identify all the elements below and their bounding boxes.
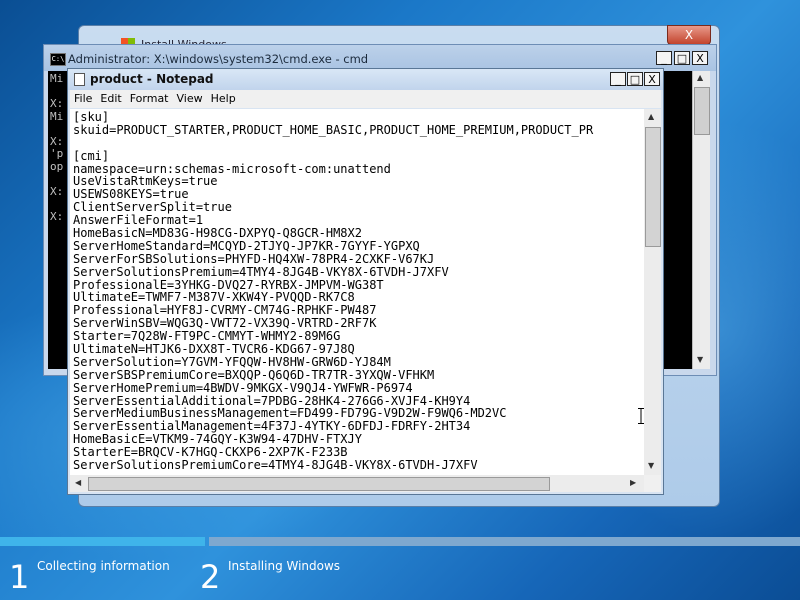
scroll-down-icon[interactable]: ▼ (697, 355, 703, 364)
cmd-scrollbar[interactable]: ▲ ▼ (692, 71, 710, 369)
notepad-titlebar[interactable]: product - Notepad _ □ X (68, 69, 663, 90)
notepad-text-line: ServerForSBSolutions=PHYFD-HQ4XW-78PR4-2… (73, 251, 435, 266)
notepad-text-line: ServerSolutionsPremium=4TMY4-8JG4B-VKY8X… (73, 264, 449, 279)
cmd-icon: C:\ (50, 53, 66, 66)
notepad-icon (74, 73, 85, 86)
menu-view[interactable]: View (173, 90, 207, 105)
scroll-up-icon[interactable]: ▲ (697, 73, 703, 82)
setup-progress: 1 Collecting information 2 Installing Wi… (0, 532, 800, 600)
notepad-minimize-button[interactable]: _ (610, 72, 626, 86)
step-1-label: Collecting information (37, 559, 170, 573)
cmd-close-button[interactable]: X (692, 51, 708, 65)
notepad-close-button[interactable]: X (644, 72, 660, 86)
notepad-text-line: [sku] (73, 110, 110, 124)
scroll-up-icon[interactable]: ▲ (648, 112, 654, 121)
notepad-text-area[interactable]: [sku] skuid=PRODUCT_STARTER,PRODUCT_HOME_… (70, 109, 644, 475)
step-2-label: Installing Windows (228, 559, 341, 573)
install-windows-close-button[interactable]: X (667, 25, 711, 45)
notepad-text-line: UltimateN=HTJK6-DXX8T-TVCR6-KDG67-97J8Q (73, 342, 355, 357)
notepad-window[interactable]: product - Notepad _ □ X File Edit Format Vi… (67, 68, 664, 495)
resize-grip[interactable] (644, 475, 661, 492)
notepad-hscroll-thumb[interactable] (88, 477, 550, 491)
notepad-text-line: skuid=PRODUCT_STARTER,PRODUCT_HOME_BASIC… (73, 122, 594, 137)
notepad-text-line: ServerHomeStandard=MCQYD-2TJYQ-JP7KR-7GY… (73, 238, 420, 253)
notepad-text-line: ServerHomePremium=4BWDV-9MKGX-V9QJ4-YWFW… (73, 380, 413, 395)
notepad-text-line (73, 137, 644, 150)
scroll-right-icon[interactable]: ▶ (630, 478, 636, 487)
step-2-number: 2 (200, 558, 221, 596)
notepad-maximize-button[interactable]: □ (627, 72, 643, 86)
notepad-menubar: File Edit Format View Help (70, 90, 661, 108)
ibeam-cursor-icon (638, 408, 644, 424)
cmd-maximize-button[interactable]: □ (674, 51, 690, 65)
cmd-scroll-thumb[interactable] (694, 87, 710, 135)
notepad-text-line: ServerSolutionsPremiumCore=4TMY4-8JG4B-V… (73, 458, 478, 473)
notepad-vertical-scrollbar[interactable]: ▲ ▼ (644, 109, 661, 475)
notepad-horizontal-scrollbar[interactable]: ◀ ▶ (70, 475, 644, 492)
scroll-left-icon[interactable]: ◀ (75, 478, 81, 487)
cmd-title: Administrator: X:\windows\system32\cmd.e… (68, 52, 369, 66)
menu-file[interactable]: File (70, 90, 96, 105)
menu-edit[interactable]: Edit (96, 90, 125, 105)
progress-bar-step-2 (209, 537, 800, 546)
scroll-down-icon[interactable]: ▼ (648, 461, 654, 470)
notepad-text-line: [cmi] (73, 148, 110, 163)
cmd-minimize-button[interactable]: _ (656, 51, 672, 65)
menu-format[interactable]: Format (126, 90, 173, 105)
step-1-number: 1 (9, 558, 30, 596)
notepad-text-line: HomeBasicN=MD83G-H98CG-DXPYQ-Q8GCR-HM8X2 (73, 226, 362, 241)
notepad-vscroll-thumb[interactable] (645, 127, 661, 247)
notepad-text-line: ServerSolution=Y7GVM-YFQQW-HV8HW-GRW6D-Y… (73, 354, 391, 369)
notepad-title: product - Notepad (90, 72, 214, 86)
notepad-text-line: ServerSBSPremiumCore=BXQQP-Q6Q6D-TR7TR-3… (73, 367, 435, 382)
menu-help[interactable]: Help (207, 90, 240, 105)
progress-bar-step-1 (0, 537, 205, 546)
